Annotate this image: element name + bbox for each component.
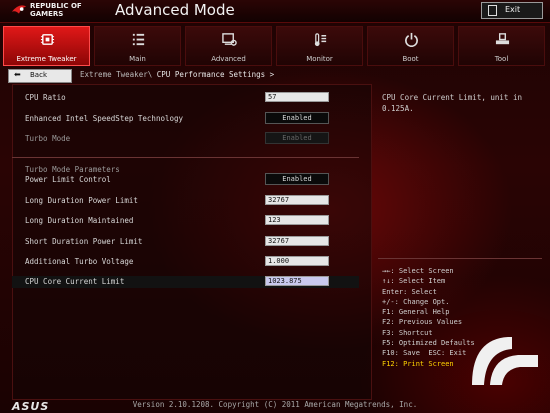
tab-tool[interactable]: Tool	[458, 26, 545, 66]
footer-text: Version 2.10.1208. Copyright (C) 2011 Am…	[132, 400, 418, 409]
long-duration-maintained-input[interactable]: 123	[265, 215, 329, 225]
key-help-item: F12: Print Screen	[382, 359, 454, 368]
setting-label: Enhanced Intel SpeedStep Technology	[25, 114, 184, 123]
section-divider	[12, 157, 359, 158]
setting-row-short-duration-power-limit[interactable]: Short Duration Power Limit 32767	[12, 236, 359, 248]
tab-boot[interactable]: Boot	[367, 26, 454, 66]
setting-row-cpu-ratio[interactable]: CPU Ratio 57	[12, 92, 359, 104]
tool-icon	[495, 33, 510, 45]
help-divider	[378, 258, 542, 259]
key-help-item: F1: General Help	[382, 308, 450, 317]
breadcrumb: Extreme Tweaker\ CPU Performance Setting…	[80, 70, 274, 79]
exit-label: Exit	[505, 5, 521, 14]
advanced-icon	[222, 33, 237, 46]
tab-label: Extreme Tweaker	[16, 55, 77, 63]
setting-label: Power Limit Control	[25, 175, 111, 184]
back-label: Back	[30, 71, 47, 79]
setting-row-long-duration-maintained[interactable]: Long Duration Maintained 123	[12, 215, 359, 227]
main-tabs: Extreme Tweaker Main Advanced Monitor Bo…	[3, 26, 547, 66]
watermark-logo-icon	[472, 337, 538, 385]
rog-line1: REPUBLIC OF	[30, 2, 82, 10]
setting-label: Long Duration Maintained	[25, 216, 134, 225]
exit-icon	[488, 5, 497, 16]
tab-monitor[interactable]: Monitor	[276, 26, 363, 66]
power-limit-control-button[interactable]: Enabled	[265, 173, 329, 185]
setting-label: Turbo Mode	[25, 134, 71, 143]
help-description: CPU Core Current Limit, unit in 0.125A.	[382, 93, 522, 113]
setting-row-long-duration-power-limit[interactable]: Long Duration Power Limit 32767	[12, 195, 359, 207]
tab-extreme-tweaker[interactable]: Extreme Tweaker	[3, 26, 90, 66]
key-help-item: Enter: Select	[382, 287, 437, 296]
setting-row-cpu-core-current-limit[interactable]: CPU Core Current Limit 1023.875	[12, 276, 359, 288]
setting-row-power-limit-control[interactable]: Power Limit Control Enabled	[12, 173, 359, 186]
setting-row-turbo-mode: Turbo Mode Enabled	[12, 132, 359, 145]
setting-label: Short Duration Power Limit	[25, 237, 143, 246]
breadcrumb-current: CPU Performance Settings >	[156, 70, 275, 79]
back-arrow-icon: ⬅	[14, 70, 21, 79]
turbo-mode-option-button: Enabled	[265, 132, 329, 144]
rog-logo-icon	[11, 5, 27, 14]
power-icon	[405, 32, 418, 47]
additional-turbo-voltage-input[interactable]: 1.000	[265, 256, 329, 266]
key-help-item: F5: Optimized Defaults	[382, 339, 475, 348]
key-help-item: ↑↓: Select Item	[382, 277, 446, 286]
key-help-item: F10: Save ESC: Exit	[382, 349, 467, 358]
tab-label: Main	[129, 55, 146, 63]
cpu-core-current-limit-input[interactable]: 1023.875	[265, 276, 329, 286]
footer-version: Version 2.10.1208. Copyright (C) 2011 Am…	[0, 400, 550, 409]
tab-main[interactable]: Main	[94, 26, 181, 66]
setting-label: Additional Turbo Voltage	[25, 257, 134, 266]
setting-label: CPU Core Current Limit	[25, 277, 125, 286]
setting-row-speedstep[interactable]: Enhanced Intel SpeedStep Technology Enab…	[12, 112, 359, 125]
list-icon	[132, 33, 145, 46]
exit-button[interactable]: Exit	[481, 2, 543, 19]
key-help-list: →←: Select Screen ↑↓: Select Item Enter: S…	[382, 266, 475, 369]
rog-line2: GAMERS	[30, 10, 64, 18]
help-panel: CPU Core Current Limit, unit in 0.125A.	[376, 84, 544, 260]
window-title: Advanced Mode	[115, 1, 235, 19]
rog-brand-text: REPUBLIC OF GAMERS	[30, 2, 82, 18]
monitor-icon	[314, 33, 327, 47]
tab-label: Monitor	[306, 55, 333, 63]
tab-label: Boot	[402, 55, 419, 63]
setting-row-additional-turbo-voltage[interactable]: Additional Turbo Voltage 1.000	[12, 256, 359, 268]
short-duration-power-limit-input[interactable]: 32767	[265, 236, 329, 246]
section-title: Turbo Mode Parameters	[25, 165, 120, 174]
tab-label: Tool	[494, 55, 509, 63]
cpu-ratio-input[interactable]: 57	[265, 92, 329, 102]
long-duration-power-limit-input[interactable]: 32767	[265, 195, 329, 205]
breadcrumb-parent[interactable]: Extreme Tweaker\	[80, 70, 157, 79]
speedstep-option-button[interactable]: Enabled	[265, 112, 329, 124]
key-help-item: F2: Previous Values	[382, 318, 463, 327]
setting-label: Long Duration Power Limit	[25, 196, 138, 205]
setting-label: CPU Ratio	[25, 93, 66, 102]
top-bar: REPUBLIC OF GAMERS Advanced Mode Exit	[0, 0, 550, 23]
key-help-item: →←: Select Screen	[382, 267, 454, 275]
chip-icon	[40, 34, 55, 45]
key-help-item: +/-: Change Opt.	[382, 297, 450, 306]
key-help-item: F3: Shortcut	[382, 328, 433, 337]
tab-label: Advanced	[211, 55, 246, 63]
tab-advanced[interactable]: Advanced	[185, 26, 272, 66]
back-button[interactable]: ⬅ Back	[8, 69, 72, 83]
